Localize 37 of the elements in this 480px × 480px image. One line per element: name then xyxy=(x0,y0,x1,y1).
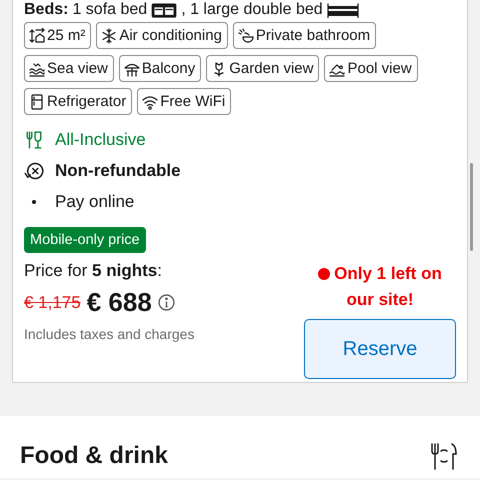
condition-text: Pay online xyxy=(55,192,134,212)
condition-text: Non-refundable xyxy=(55,160,181,180)
amenity-tag: Pool view xyxy=(324,55,418,82)
shower-icon xyxy=(238,28,254,44)
bullet-icon xyxy=(32,200,36,204)
cutlery-glass-icon xyxy=(25,130,43,148)
amenity-tag: Sea view xyxy=(24,55,114,82)
bed-text: 1 sofa bed xyxy=(72,0,148,18)
waves-icon xyxy=(29,60,45,76)
current-price: € 688 xyxy=(86,287,152,318)
section-title: Food & drink xyxy=(20,442,168,470)
bed-text: , 1 large double bed xyxy=(181,0,323,18)
amenity-tag: Refrigerator xyxy=(24,88,132,115)
original-price: € 1,175 xyxy=(24,292,81,312)
snowflake-icon xyxy=(101,28,118,44)
taxes-note: Includes taxes and charges xyxy=(24,326,194,342)
amenity-tag: Garden view xyxy=(206,55,320,82)
amenity-tag: 25 m² xyxy=(24,22,92,49)
info-icon[interactable] xyxy=(158,294,175,311)
cutlery-plate-icon xyxy=(430,441,460,471)
amenity-tag: Private bathroom xyxy=(232,22,376,49)
availability-warning: Only 1 left on our site! xyxy=(334,264,442,309)
beds-label: Beds: xyxy=(24,0,68,18)
scrollbar[interactable] xyxy=(470,163,473,251)
amenity-tag: Air conditioning xyxy=(96,22,228,49)
cancel-icon xyxy=(24,160,44,180)
reserve-button[interactable]: Reserve xyxy=(304,319,456,379)
amenity-tag: Free WiFi xyxy=(137,88,232,115)
wifi-icon xyxy=(142,94,158,110)
room-size-icon xyxy=(29,28,45,44)
amenity-tag: Balcony xyxy=(118,55,202,82)
mobile-price-badge: Mobile-only price xyxy=(24,227,146,253)
alert-dot-icon xyxy=(318,268,330,280)
condition-text: All-Inclusive xyxy=(55,130,146,150)
price-label: Price for 5 nights: xyxy=(24,261,163,281)
double-bed-icon xyxy=(326,2,359,18)
fridge-icon xyxy=(29,94,45,110)
